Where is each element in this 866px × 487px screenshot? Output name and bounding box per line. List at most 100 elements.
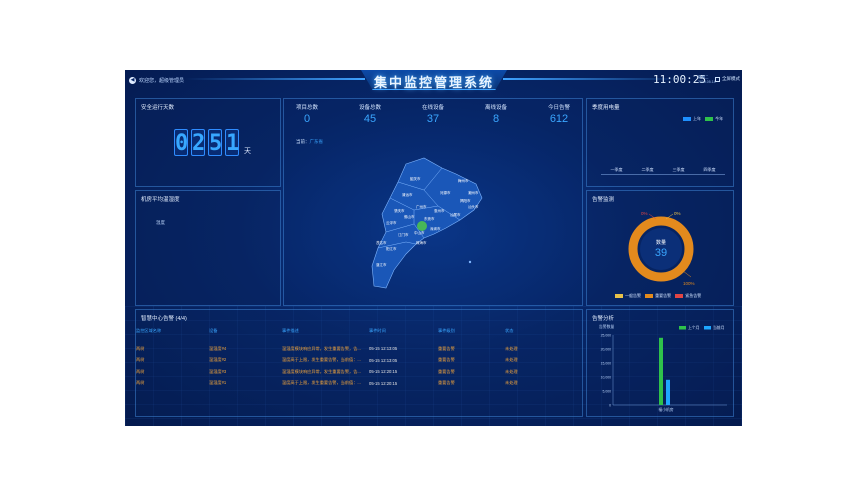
- table-cell: 温湿度#4: [209, 345, 227, 351]
- table-cell: 重要告警: [438, 368, 455, 374]
- stat-alarms-today: 今日告警 612: [531, 103, 587, 125]
- stat-devices: 设备总数 45: [342, 103, 398, 125]
- y-tick-label: 0: [609, 403, 611, 407]
- map-city-label: 惠州市: [434, 208, 445, 213]
- stat-online: 在线设备 37: [405, 103, 461, 125]
- map-city-label: 清远市: [402, 192, 413, 197]
- map-marker[interactable]: [417, 221, 427, 231]
- legend-label: 重要告警: [655, 293, 672, 298]
- stat-label: 今日告警: [547, 105, 570, 111]
- quarterly-power-panel: 季度用电量 上年 今年 一季度 二季度 三季度 四季度: [586, 98, 734, 187]
- alarm-analysis-panel: 告警分析 告警数量 0 5,000 10,000 15,000 20,000 25,000…: [586, 309, 734, 417]
- quarterly-categories: 一季度 二季度 三季度 四季度: [601, 167, 725, 173]
- safe-days-digits: 0 2 5 1 天: [174, 129, 251, 156]
- digit: 0: [174, 129, 189, 156]
- map-island: [468, 260, 472, 264]
- table-header: 监控区域名称 设备 事件描述 事件时间 事件级别 状态: [136, 326, 576, 335]
- bar-last-month[interactable]: [659, 337, 663, 405]
- region-name[interactable]: 广东省: [310, 139, 324, 144]
- column-header[interactable]: 监控区域名称: [136, 328, 209, 334]
- fullscreen-icon: [715, 76, 720, 82]
- region-prefix: 当前：: [296, 139, 310, 144]
- stat-projects: 项目总数 0: [279, 103, 335, 125]
- column-header[interactable]: 事件时间: [369, 328, 438, 334]
- guangdong-map[interactable]: 韶关市 清远市 河源市 梅州市 潮州市 揭阳市 汕头市 惠州市 汕尾市 广州市 …: [364, 154, 504, 294]
- table-cell: 未处理: [505, 368, 518, 374]
- panel-title: 安全运行天数: [141, 105, 175, 111]
- donut-label: 0%: [641, 211, 648, 216]
- fullscreen-button[interactable]: 全屏模式: [715, 76, 740, 82]
- quarterly-legend: 上年 今年: [683, 116, 723, 122]
- legend-label: 上年: [693, 116, 701, 121]
- header: 集中监控管理系统 ◀ 欢迎您，超级管理员 11:00:25 星期二 2019.0…: [125, 70, 742, 92]
- table-cell: 温湿度模块响应异常，发生重要告警，告...: [282, 345, 361, 351]
- map-city-label: 湛江市: [376, 262, 387, 267]
- table-row[interactable]: 两树 温湿度#2 温度高于上限，发生重要告警，当前值：... 05-15 12:…: [136, 355, 576, 367]
- y-axis-label: 告警数量: [599, 324, 614, 329]
- table-row[interactable]: 两树 温湿度#4 温湿度模块响应异常，发生重要告警，告... 05-15 12:…: [136, 343, 576, 355]
- map-city-label: 肇庆市: [394, 208, 405, 213]
- map-city-label: 佛山市: [404, 214, 415, 219]
- legend-label: 上个月: [688, 325, 700, 330]
- map-city-label: 中山市: [414, 230, 425, 235]
- table-cell: 05-15 12:20:15: [369, 380, 398, 386]
- date: 2019.05.14: [698, 79, 716, 84]
- stat-label: 项目总数: [295, 105, 318, 111]
- y-tick-label: 5,000: [603, 389, 612, 393]
- category-label: 一季度: [610, 167, 623, 172]
- map-city-label: 深圳市: [430, 226, 441, 231]
- donut-center-label: 数量: [656, 239, 666, 246]
- days-unit: 天: [244, 148, 251, 155]
- digit: 2: [191, 129, 206, 156]
- welcome-text: 欢迎您，超级管理员: [139, 78, 185, 84]
- donut-center-value: 39: [655, 247, 667, 259]
- legend-swatch-lastyear: [683, 116, 691, 121]
- legend-swatch-important: [645, 293, 654, 298]
- table-spacer: [136, 335, 576, 343]
- legend-swatch-thisyear: [705, 116, 714, 121]
- dashboard-screen: 集中监控管理系统 ◀ 欢迎您，超级管理员 11:00:25 星期二 2019.0…: [125, 70, 742, 426]
- table-row[interactable]: 两树 温湿度#3 温湿度模块响应异常，发生重要告警，告... 05-15 12:…: [136, 366, 576, 378]
- alarm-analysis-chart[interactable]: 告警数量 0 5,000 10,000 15,000 20,000 25,000 福小机房…: [587, 320, 733, 416]
- quarterly-axis: [601, 174, 725, 175]
- map-city-label: 韶关市: [410, 176, 421, 181]
- y-axis-ticks: 0 5,000 10,000 15,000 20,000 25,000: [601, 333, 611, 407]
- map-city-label: 茂名市: [376, 240, 387, 245]
- y-tick-label: 10,000: [601, 375, 611, 379]
- map-city-label: 珠海市: [416, 240, 427, 245]
- back-arrow-icon[interactable]: ◀: [129, 77, 136, 84]
- table-cell: 未处理: [505, 345, 518, 351]
- map-city-label: 河源市: [440, 190, 451, 195]
- table-cell: 温湿度#2: [209, 357, 227, 363]
- legend-label: 今年: [715, 116, 724, 121]
- column-header[interactable]: 事件描述: [282, 328, 369, 334]
- table-cell: 两树: [136, 380, 145, 386]
- bar-current-month[interactable]: [666, 379, 670, 405]
- table-cell: 温湿度#3: [209, 368, 227, 374]
- table-cell: 重要告警: [438, 345, 455, 351]
- column-header[interactable]: 状态: [505, 328, 565, 334]
- column-header[interactable]: 设备: [209, 328, 282, 334]
- column-header[interactable]: 事件级别: [438, 328, 505, 334]
- table-cell: 温湿度#1: [209, 380, 227, 386]
- alarm-monitor-legend: 一般告警 重要告警 紧急告警: [615, 293, 701, 299]
- current-region: 当前：广东省: [296, 139, 323, 145]
- table-row[interactable]: 两树 温湿度#1 温度高于上限，发生重要告警，当前值：... 05-15 12:…: [136, 378, 576, 390]
- map-city-label: 汕头市: [468, 204, 479, 209]
- alarm-donut-chart[interactable]: 数量 39 0% 0% 100%: [621, 209, 701, 289]
- center-panel: 项目总数 0 设备总数 45 在线设备 37 离线设备 8 今日告警 612 当…: [283, 98, 583, 306]
- y-tick-label: 15,000: [601, 361, 611, 365]
- x-category-label: 福小机房: [658, 407, 673, 412]
- map-city-label: 梅州市: [458, 178, 469, 183]
- category-label: 二季度: [641, 167, 654, 172]
- stat-value: 37: [426, 113, 440, 125]
- stat-label: 在线设备: [421, 105, 444, 111]
- table-cell: 温度高于上限，发生重要告警，当前值：...: [282, 380, 361, 386]
- safe-days-panel: 安全运行天数 0 2 5 1 天: [135, 98, 281, 187]
- page-title: 集中监控管理系统: [373, 75, 494, 90]
- digit: 5: [208, 129, 223, 156]
- fullscreen-label: 全屏模式: [722, 76, 740, 81]
- label-leader: [682, 270, 692, 278]
- category-label: 四季度: [703, 167, 716, 172]
- stat-value: 8: [492, 113, 500, 125]
